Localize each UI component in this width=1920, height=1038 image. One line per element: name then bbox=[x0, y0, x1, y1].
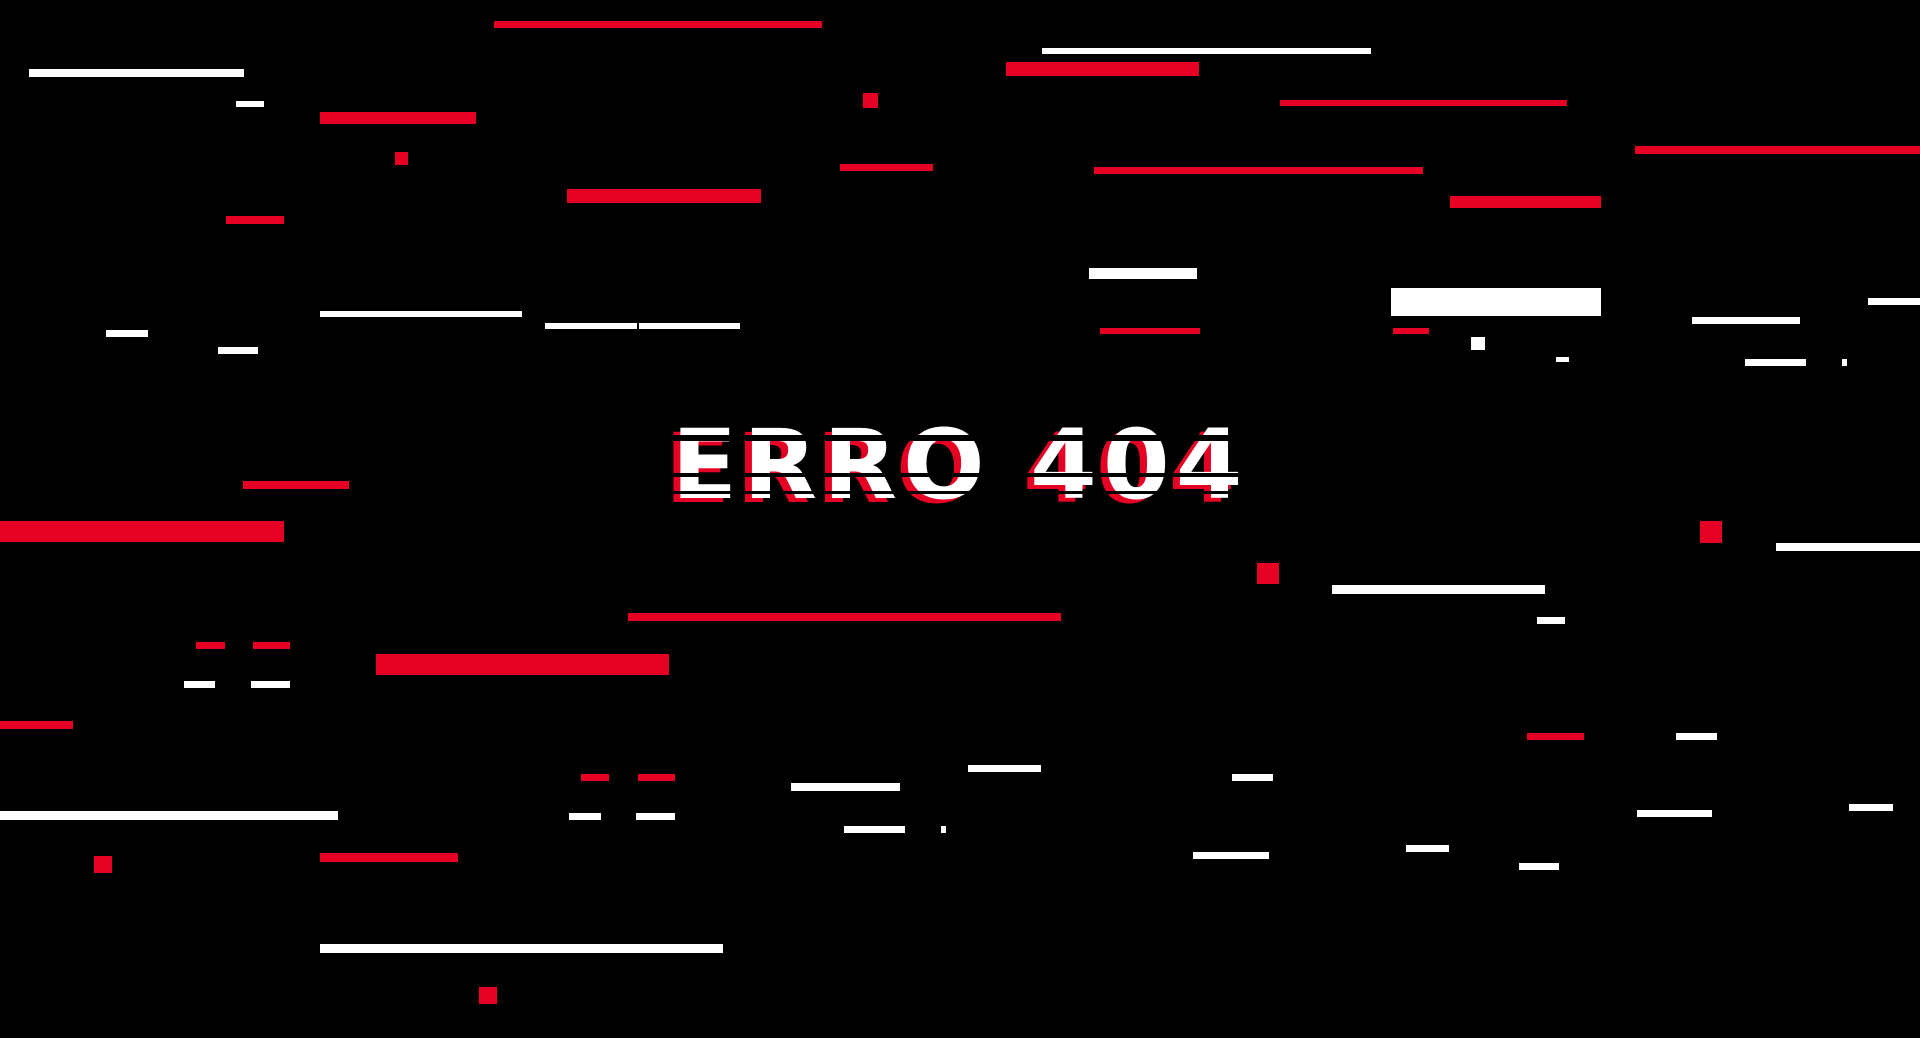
glitch-bar bbox=[320, 112, 476, 124]
glitch-bar bbox=[1537, 617, 1565, 624]
error-heading: ERRO 404 ERRO 404 bbox=[0, 405, 1920, 525]
glitch-bar bbox=[1094, 167, 1423, 174]
glitch-slice bbox=[655, 435, 1275, 441]
glitch-bar bbox=[628, 613, 1061, 621]
glitch-bar bbox=[1332, 585, 1545, 594]
glitch-bar bbox=[1637, 810, 1712, 817]
glitch-bar bbox=[0, 811, 338, 820]
glitch-bar bbox=[863, 93, 878, 108]
glitch-bar bbox=[1450, 196, 1601, 208]
glitch-bar bbox=[251, 681, 290, 688]
glitch-bar bbox=[29, 69, 244, 77]
glitch-bar bbox=[479, 987, 497, 1004]
glitch-bar bbox=[1406, 845, 1449, 852]
glitch-bar bbox=[581, 774, 609, 781]
glitch-bar bbox=[791, 783, 900, 791]
glitch-bar bbox=[395, 152, 408, 165]
glitch-bar bbox=[1868, 298, 1920, 305]
glitch-bar bbox=[1042, 48, 1371, 54]
glitch-bar bbox=[1089, 268, 1197, 279]
glitch-bar bbox=[1635, 146, 1920, 154]
glitch-bar bbox=[1849, 804, 1893, 811]
glitch-bar bbox=[218, 347, 258, 354]
glitch-bar bbox=[844, 826, 905, 833]
glitch-bar bbox=[968, 765, 1041, 772]
glitch-bar bbox=[1391, 288, 1601, 316]
glitch-bar bbox=[1232, 774, 1273, 781]
glitch-bar bbox=[1471, 337, 1485, 350]
glitch-bar bbox=[1776, 543, 1920, 551]
glitch-bar bbox=[376, 654, 669, 675]
glitch-bar bbox=[320, 944, 723, 953]
glitch-bar bbox=[1006, 62, 1199, 76]
glitch-bar bbox=[196, 642, 225, 649]
glitch-bar bbox=[1676, 733, 1717, 740]
glitch-bar bbox=[1193, 852, 1269, 859]
glitch-bar bbox=[0, 721, 73, 729]
glitch-bar bbox=[840, 164, 933, 171]
glitch-bar bbox=[1393, 328, 1429, 334]
glitch-bar bbox=[1100, 328, 1200, 334]
glitch-bar bbox=[567, 189, 761, 203]
glitch-slice bbox=[655, 491, 1275, 494]
glitch-bar bbox=[1842, 359, 1847, 366]
glitch-bar bbox=[545, 323, 637, 329]
glitch-bar bbox=[184, 681, 215, 688]
glitch-bar bbox=[1556, 357, 1569, 362]
glitch-bar bbox=[638, 774, 675, 781]
glitch-bar bbox=[639, 323, 740, 329]
glitch-bar bbox=[253, 642, 290, 649]
glitch-bar bbox=[941, 826, 946, 833]
glitch-bar bbox=[106, 330, 148, 337]
glitch-bar bbox=[236, 101, 264, 107]
glitch-bar bbox=[320, 311, 522, 317]
error-page: ERRO 404 ERRO 404 bbox=[0, 0, 1920, 1038]
glitch-bar bbox=[1519, 863, 1559, 870]
glitch-slice bbox=[655, 473, 1275, 477]
glitch-bar bbox=[1692, 317, 1800, 324]
glitch-bar bbox=[1280, 100, 1567, 106]
glitch-bar bbox=[226, 216, 284, 224]
error-heading-text: ERRO 404 bbox=[671, 409, 1249, 521]
glitch-bar bbox=[569, 813, 601, 820]
glitch-bar bbox=[1745, 359, 1806, 366]
glitch-bar bbox=[1257, 563, 1279, 584]
glitch-bar bbox=[94, 856, 112, 873]
glitch-bar bbox=[494, 21, 822, 28]
glitch-bar bbox=[636, 813, 675, 820]
glitch-bar bbox=[1527, 733, 1584, 740]
glitch-bar bbox=[320, 853, 458, 862]
